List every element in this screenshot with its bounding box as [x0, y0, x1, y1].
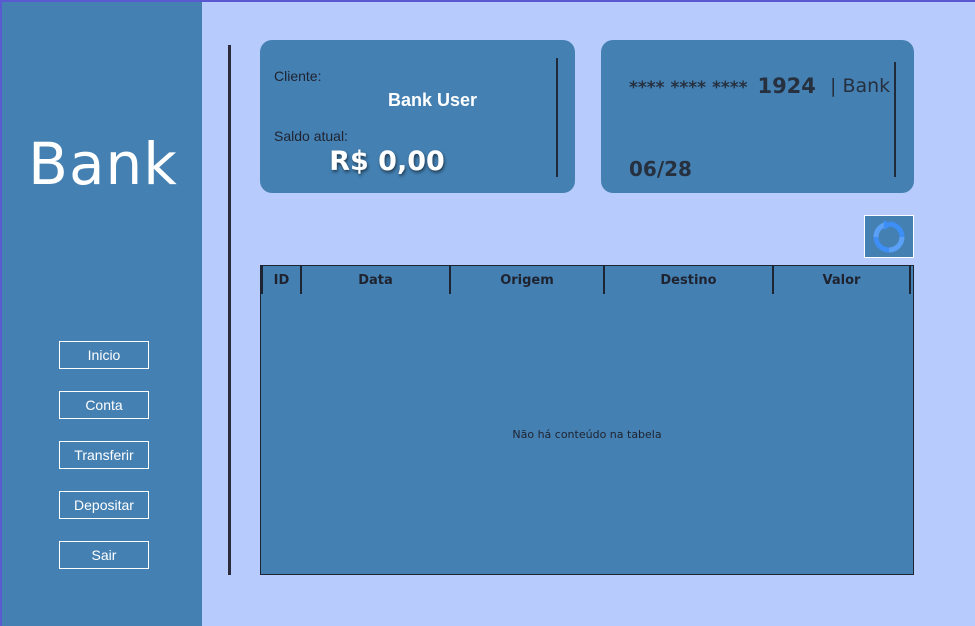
- brand-logo-text: Bank: [28, 130, 178, 198]
- nav-sair-button[interactable]: Sair: [59, 541, 149, 569]
- column-header-id[interactable]: ID: [261, 266, 302, 294]
- content-divider: [228, 45, 231, 575]
- column-header-origem[interactable]: Origem: [451, 266, 605, 294]
- card-number: **** **** **** 1924: [629, 74, 816, 98]
- card-bank-name: | Bank: [830, 75, 891, 97]
- card-number-last4: 1924: [757, 74, 816, 98]
- refresh-button[interactable]: [864, 215, 914, 258]
- client-card-divider: [556, 58, 558, 177]
- table-header: ID Data Origem Destino Valor: [261, 266, 913, 294]
- client-label: Cliente:: [274, 68, 322, 84]
- nav-inicio-button[interactable]: Inicio: [59, 341, 149, 369]
- balance-label: Saldo atual:: [274, 128, 348, 144]
- nav-depositar-button[interactable]: Depositar: [59, 491, 149, 519]
- refresh-icon: [873, 219, 905, 252]
- bank-card-divider: [894, 62, 896, 177]
- column-header-destino[interactable]: Destino: [605, 266, 774, 294]
- card-number-masked: **** **** ****: [629, 78, 748, 98]
- column-header-data[interactable]: Data: [302, 266, 451, 294]
- column-header-valor[interactable]: Valor: [774, 266, 911, 294]
- nav-conta-button[interactable]: Conta: [59, 391, 149, 419]
- table-empty-message: Não há conteúdo na tabela: [512, 428, 662, 441]
- balance-value: R$ 0,00: [329, 146, 445, 177]
- client-card: Cliente: Bank User Saldo atual: R$ 0,00: [260, 40, 575, 193]
- transactions-table: ID Data Origem Destino Valor Não há cont…: [260, 265, 914, 575]
- bank-card: **** **** **** 1924 | Bank 06/28: [601, 40, 914, 193]
- nav-transferir-button[interactable]: Transferir: [59, 441, 149, 469]
- card-expiry: 06/28: [629, 157, 692, 181]
- sidebar: Bank Inicio Conta Transferir Depositar S…: [0, 2, 202, 626]
- client-name: Bank User: [387, 90, 478, 110]
